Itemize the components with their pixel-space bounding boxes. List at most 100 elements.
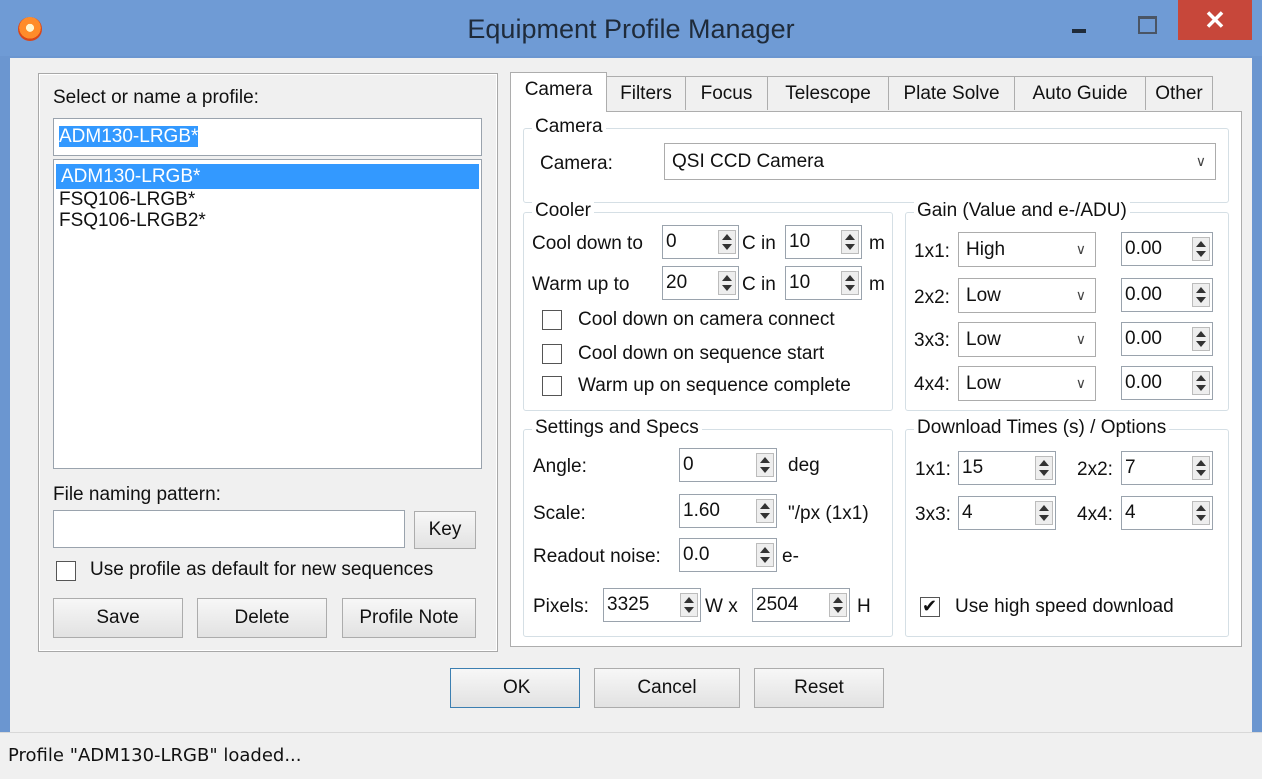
gain-bin-label: 4x4: xyxy=(914,374,950,395)
list-item[interactable]: FSQ106-LRGB2* xyxy=(54,208,481,233)
specs-group-title: Settings and Specs xyxy=(532,417,702,439)
delete-button[interactable]: Delete xyxy=(197,598,327,638)
list-item[interactable]: ADM130-LRGB* xyxy=(56,164,479,189)
warm-on-seq-complete-checkbox[interactable] xyxy=(542,376,562,396)
cool-down-label: Cool down to xyxy=(532,233,643,254)
spin-arrows-icon[interactable] xyxy=(1192,237,1210,261)
profile-list[interactable]: ADM130-LRGB* FSQ106-LRGB* FSQ106-LRGB2* xyxy=(53,159,482,469)
readout-noise-value: 0.0 xyxy=(683,544,710,565)
pixels-height-value: 2504 xyxy=(756,594,799,615)
default-profile-label: Use profile as default for new sequences xyxy=(90,559,434,580)
download-time-spinner[interactable]: 4 xyxy=(1121,496,1213,530)
close-button[interactable]: ✕ xyxy=(1178,0,1252,40)
readout-noise-label: Readout noise: xyxy=(533,546,661,567)
download-time-value: 7 xyxy=(1125,457,1136,478)
download-time-value: 4 xyxy=(962,502,973,523)
spin-arrows-icon[interactable] xyxy=(829,593,847,617)
pixels-width-spinner[interactable]: 3325 xyxy=(603,588,701,622)
gain-select-value: Low xyxy=(966,329,1001,350)
warm-temp-spinner[interactable]: 20 xyxy=(662,266,739,300)
cool-on-seq-start-checkbox[interactable] xyxy=(542,344,562,364)
warm-on-seq-complete-label: Warm up on sequence complete xyxy=(578,375,851,396)
title-bar: Equipment Profile Manager ✕ xyxy=(0,0,1262,56)
warm-minutes-spinner[interactable]: 10 xyxy=(785,266,862,300)
gain-eadu-value: 0.00 xyxy=(1125,328,1162,349)
scale-spinner[interactable]: 1.60 xyxy=(679,494,777,528)
minimize-button[interactable] xyxy=(1060,10,1096,40)
spin-arrows-icon[interactable] xyxy=(718,271,736,295)
reset-button[interactable]: Reset xyxy=(754,668,884,708)
spin-arrows-icon[interactable] xyxy=(1192,327,1210,351)
gain-select-value: Low xyxy=(966,373,1001,394)
spin-arrows-icon[interactable] xyxy=(756,499,774,523)
tab-telescope[interactable]: Telescope xyxy=(767,76,889,110)
gain-select[interactable]: Low ∨ xyxy=(958,366,1096,401)
gain-select[interactable]: Low ∨ xyxy=(958,322,1096,357)
gain-eadu-spinner[interactable]: 0.00 xyxy=(1121,366,1213,400)
cool-temp-value: 0 xyxy=(666,231,677,252)
maximize-button[interactable] xyxy=(1128,10,1164,40)
gain-eadu-spinner[interactable]: 0.00 xyxy=(1121,232,1213,266)
chevron-down-icon: ∨ xyxy=(1075,331,1086,347)
gain-eadu-spinner[interactable]: 0.00 xyxy=(1121,322,1213,356)
angle-spinner[interactable]: 0 xyxy=(679,448,777,482)
window: Equipment Profile Manager ✕ Select or na… xyxy=(0,0,1262,779)
gain-select-value: Low xyxy=(966,285,1001,306)
default-profile-checkbox[interactable] xyxy=(56,561,76,581)
spin-arrows-icon[interactable] xyxy=(680,593,698,617)
cool-c-in-label: C in xyxy=(742,233,776,254)
gain-group-title: Gain (Value and e-/ADU) xyxy=(914,200,1130,222)
download-time-spinner[interactable]: 7 xyxy=(1121,451,1213,485)
tab-focus[interactable]: Focus xyxy=(685,76,768,110)
download-time-spinner[interactable]: 15 xyxy=(958,451,1056,485)
tab-plate-solve[interactable]: Plate Solve xyxy=(888,76,1015,110)
camera-select[interactable]: QSI CCD Camera ∨ xyxy=(664,143,1216,180)
gain-select[interactable]: High ∨ xyxy=(958,232,1096,267)
profile-name-input[interactable]: ADM130-LRGB* xyxy=(53,118,482,156)
spin-arrows-icon[interactable] xyxy=(1192,283,1210,307)
warm-minutes-value: 10 xyxy=(789,272,811,293)
spin-arrows-icon[interactable] xyxy=(1192,371,1210,395)
download-group-title: Download Times (s) / Options xyxy=(914,417,1170,439)
download-time-spinner[interactable]: 4 xyxy=(958,496,1056,530)
download-bin-label: 2x2: xyxy=(1077,459,1113,480)
gain-eadu-spinner[interactable]: 0.00 xyxy=(1121,278,1213,312)
cool-minutes-spinner[interactable]: 10 xyxy=(785,225,862,259)
spin-arrows-icon[interactable] xyxy=(718,230,736,254)
chevron-down-icon: ∨ xyxy=(1075,287,1086,303)
cool-on-connect-checkbox[interactable] xyxy=(542,310,562,330)
pixels-w-unit-label: W x xyxy=(705,596,738,617)
gain-bin-label: 3x3: xyxy=(914,330,950,351)
cool-on-seq-start-label: Cool down on sequence start xyxy=(578,343,825,364)
spin-arrows-icon[interactable] xyxy=(841,271,859,295)
cancel-button[interactable]: Cancel xyxy=(594,668,740,708)
pixels-height-spinner[interactable]: 2504 xyxy=(752,588,850,622)
tab-other[interactable]: Other xyxy=(1145,76,1213,110)
key-button[interactable]: Key xyxy=(414,511,476,549)
download-bin-label: 4x4: xyxy=(1077,504,1113,525)
spin-arrows-icon[interactable] xyxy=(756,453,774,477)
high-speed-download-checkbox[interactable] xyxy=(920,596,940,617)
ok-button[interactable]: OK xyxy=(450,668,580,708)
spin-arrows-icon[interactable] xyxy=(1035,501,1053,525)
chevron-down-icon: ∨ xyxy=(1075,241,1086,257)
tab-camera[interactable]: Camera xyxy=(510,72,607,112)
tab-filters[interactable]: Filters xyxy=(606,76,686,110)
save-button[interactable]: Save xyxy=(53,598,183,638)
status-bar: Profile "ADM130-LRGB" loaded... xyxy=(0,732,1262,779)
gain-eadu-value: 0.00 xyxy=(1125,372,1162,393)
gain-select[interactable]: Low ∨ xyxy=(958,278,1096,313)
camera-label: Camera: xyxy=(540,153,613,174)
spin-arrows-icon[interactable] xyxy=(756,543,774,567)
spin-arrows-icon[interactable] xyxy=(1192,456,1210,480)
readout-noise-spinner[interactable]: 0.0 xyxy=(679,538,777,572)
spin-arrows-icon[interactable] xyxy=(1192,501,1210,525)
cool-temp-spinner[interactable]: 0 xyxy=(662,225,739,259)
file-naming-input[interactable] xyxy=(53,510,405,548)
profile-note-button[interactable]: Profile Note xyxy=(342,598,476,638)
tab-auto-guide[interactable]: Auto Guide xyxy=(1014,76,1146,110)
spin-arrows-icon[interactable] xyxy=(1035,456,1053,480)
download-time-value: 4 xyxy=(1125,502,1136,523)
status-text: Profile "ADM130-LRGB" loaded... xyxy=(8,745,302,766)
spin-arrows-icon[interactable] xyxy=(841,230,859,254)
